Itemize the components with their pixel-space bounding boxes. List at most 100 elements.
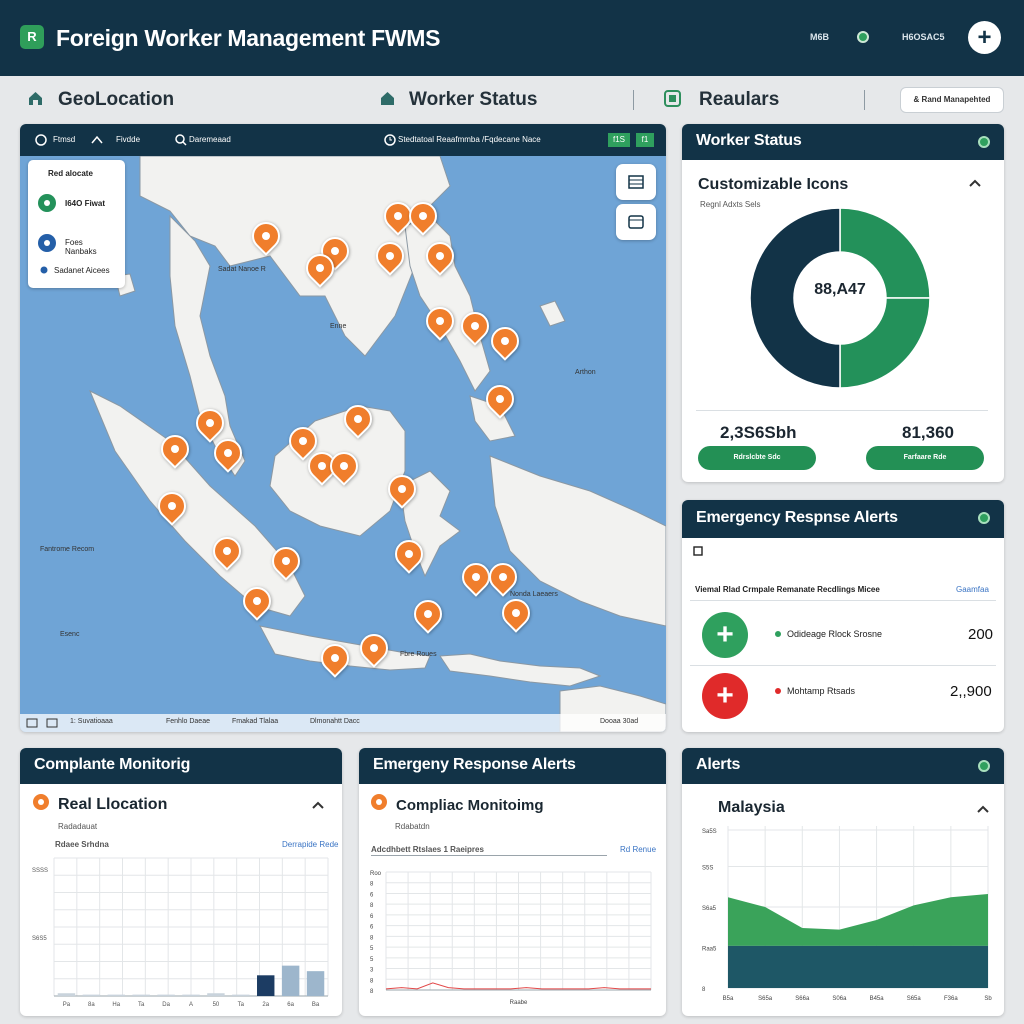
map-label: Enne (330, 323, 346, 330)
worker-status-subtitle: Customizable Icons (698, 176, 849, 193)
x-tick-label: 8a (88, 1002, 95, 1008)
worker-filter-pill[interactable]: Rdrslcbte Sdc (698, 446, 816, 470)
header-menu-item[interactable]: M6B (810, 32, 829, 42)
map-toolbar-item[interactable]: Daremeaad (189, 135, 231, 144)
grid-icon[interactable] (46, 717, 58, 729)
map-label: Fantrome Recom (40, 546, 94, 553)
compliance-chart-link[interactable]: Derrapide Rede (282, 840, 338, 849)
donut-slice (839, 297, 930, 388)
x-tick-label: A (189, 1002, 193, 1008)
add-alert-red-icon[interactable]: + (702, 673, 748, 719)
x-tick-label: Sb (984, 996, 992, 1002)
y-tick-label: 8 (370, 978, 374, 984)
bar (132, 994, 150, 996)
alert-status-dot (775, 631, 781, 637)
emergency-chart-caption: Rdabatdn (395, 822, 430, 831)
y-tick-label: Roo (370, 871, 382, 877)
worker-filter-pill[interactable]: Farfaare Rde (866, 446, 984, 470)
legend-dot-icon (40, 266, 48, 274)
add-alert-green-icon[interactable]: + (702, 612, 748, 658)
x-tick-label: Pa (63, 1002, 71, 1008)
x-tick-label: S06a (832, 996, 847, 1002)
area-series-green (728, 894, 988, 946)
y-tick-label: 8 (370, 989, 374, 995)
map-toolbar-item[interactable]: Fivdde (116, 135, 140, 144)
bar (306, 971, 325, 996)
layers-button[interactable] (616, 164, 656, 200)
nav-worker-status[interactable]: Worker Status (409, 88, 537, 112)
x-tick-label: Ha (112, 1002, 120, 1008)
alerts-subheading: Viemal Rlad Crmpale Remanate Recdlings M… (695, 585, 880, 594)
rand-manage-button[interactable]: & Rand Manapehted (900, 87, 1004, 113)
bar (257, 975, 275, 996)
x-tick-label: 6a (287, 1002, 294, 1008)
map-footer-item[interactable]: Fmakad Tlalaa (232, 718, 278, 725)
map-footer-item[interactable]: Dlmonahtt Dacc (310, 718, 360, 725)
compliance-header: Complante Monitorig (20, 748, 342, 784)
nav-divider (864, 90, 865, 110)
image-icon[interactable] (26, 717, 38, 729)
y-tick-label: 6 (370, 925, 374, 931)
worker-stat-right: 81,360 (902, 423, 954, 442)
emergency-chart-title: Adcdhbett Rtslaes 1 Raeipres (371, 845, 484, 854)
map-footer-item[interactable]: Dooaa 30ad (600, 718, 638, 725)
add-button[interactable]: + (968, 21, 1001, 54)
alerts-subtitle: Malaysia (718, 799, 785, 816)
emergency-response-header: Emergeny Response Alerts (359, 748, 666, 784)
alerts-link[interactable]: Gaamfaa (956, 585, 989, 594)
chevron-up-icon[interactable] (968, 178, 982, 188)
chevron-up-icon[interactable] (91, 135, 103, 145)
top-header: R Foreign Worker Management FWMS M6B H6O… (0, 0, 1024, 76)
map-footer-item[interactable]: Fenhlo Daeae (166, 718, 210, 725)
legend-title: Red alocate (48, 169, 93, 178)
y-tick-label: 3 (370, 968, 374, 974)
map-toolbar-status: Stedtatoal Reaafmmba /Fqdecane Nace (398, 135, 541, 144)
panel-status-icon (978, 512, 990, 524)
chevron-up-icon[interactable] (311, 800, 325, 810)
divider (690, 665, 996, 666)
chevron-up-icon[interactable] (976, 804, 990, 814)
divider (696, 410, 988, 411)
map-label: Nonda Laeaers (510, 591, 558, 598)
checkbox-icon[interactable] (693, 546, 703, 556)
alert-status-dot (775, 688, 781, 694)
panel-title: Emergency Respnse Alerts (696, 509, 898, 526)
calendar-button[interactable] (616, 204, 656, 240)
bar (207, 993, 225, 996)
nav-results[interactable]: Reaulars (699, 88, 779, 112)
emergency-chart-link[interactable]: Rd Renue (620, 845, 656, 854)
nav-geolocation[interactable]: GeoLocation (58, 88, 174, 112)
alert-item-label: Odideage Rlock Srosne (787, 629, 883, 639)
y-tick-label: S5S (702, 866, 713, 872)
results-icon (664, 90, 681, 107)
geolocation-map-panel: Ftmsd Fivdde Daremeaad Stedtatoal Reaafm… (20, 124, 666, 732)
panel-status-icon (978, 136, 990, 148)
map-toolbar-button[interactable]: f1 (636, 133, 654, 147)
map-footer-item[interactable]: 1: Suvatioaaa (70, 718, 113, 725)
search-icon[interactable] (175, 134, 187, 146)
map-label: Sadat Nanoe R (218, 266, 266, 273)
status-indicator-icon (857, 31, 869, 43)
header-user-menu[interactable]: H6OSAC5 (902, 32, 945, 42)
x-tick-label: S65a (907, 996, 922, 1002)
alert-item-value: 200 (968, 626, 994, 643)
info-icon[interactable] (35, 134, 47, 146)
x-tick-label: 50 (213, 1002, 220, 1008)
map-footer: 1: Suvatioaaa Fenhlo Daeae Fmakad Tlalaa… (20, 714, 666, 732)
map-toolbar-item[interactable]: Ftmsd (53, 135, 75, 144)
y-tick-label: S6a5 (702, 906, 717, 912)
compliance-chart-title: Rdaee Srhdna (55, 840, 109, 849)
map-toolbar-button[interactable]: f1S (608, 133, 630, 147)
app-logo-icon: R (20, 25, 44, 49)
divider (371, 855, 607, 856)
navigation-row: GeoLocation Worker Status Reaulars & Ran… (0, 80, 1024, 120)
x-tick-label: Ta (238, 1002, 245, 1008)
app-title: Foreign Worker Management FWMS (56, 25, 441, 51)
map-toolbar: Ftmsd Fivdde Daremeaad Stedtatoal Reaafm… (20, 124, 666, 156)
legend-item: Foes Nanbaks (65, 238, 97, 256)
x-tick-label: Ba (312, 1002, 320, 1008)
y-tick-label: S6S5 (32, 936, 47, 942)
map-legend: Red alocate I64O Fiwat Foes Nanbaks Sada… (28, 160, 125, 288)
legend-item: I64O Fiwat (65, 199, 106, 208)
bar (281, 965, 300, 996)
